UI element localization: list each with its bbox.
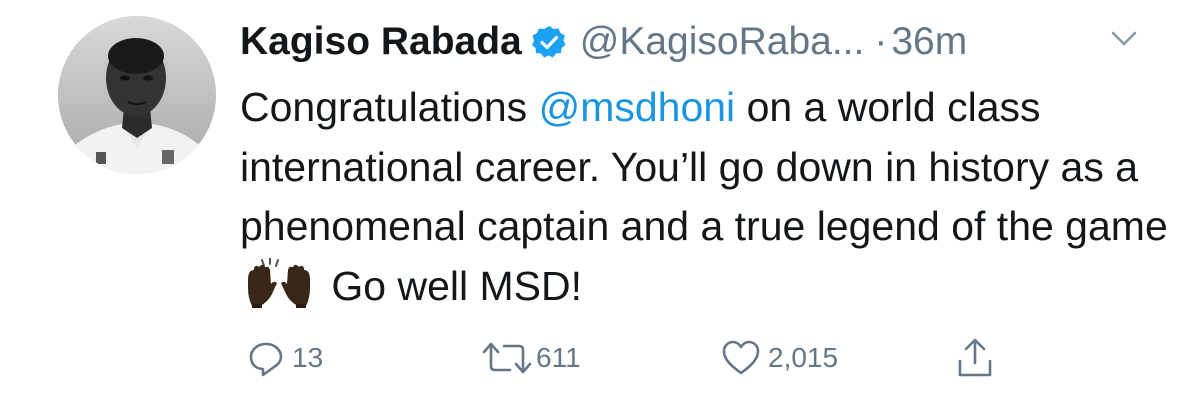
tweet-text: Congratulations @msdhoni on a world clas… xyxy=(240,78,1170,316)
retweet-button[interactable]: 611 xyxy=(480,336,581,380)
mention-link[interactable]: @msdhoni xyxy=(539,84,736,130)
raising-hands-emoji-icon xyxy=(244,256,314,308)
reply-icon xyxy=(246,338,286,378)
retweet-count: 611 xyxy=(536,342,581,373)
tweet-text-part-1: Congratulations xyxy=(240,84,539,130)
share-icon xyxy=(955,337,995,379)
avatar[interactable] xyxy=(58,16,216,174)
share-button[interactable] xyxy=(955,336,995,380)
display-name[interactable]: Kagiso Rabada xyxy=(240,20,522,64)
retweet-icon xyxy=(480,338,534,378)
tweet-header: Kagiso Rabada @KagisoRaba... · 36m xyxy=(240,14,967,70)
like-icon xyxy=(720,338,762,378)
like-button[interactable]: 2,015 xyxy=(720,336,838,380)
chevron-down-icon[interactable] xyxy=(1111,30,1137,48)
tweet-card[interactable]: Kagiso Rabada @KagisoRaba... · 36m Congr… xyxy=(0,0,1200,404)
verified-badge-icon xyxy=(531,25,566,59)
reply-button[interactable]: 13 xyxy=(246,336,323,380)
timestamp[interactable]: 36m xyxy=(891,20,967,64)
user-handle[interactable]: @KagisoRaba... xyxy=(580,20,865,64)
like-count: 2,015 xyxy=(768,342,839,373)
tweet-text-part-3: Go well MSD! xyxy=(320,262,582,309)
separator-dot: · xyxy=(874,20,888,63)
reply-count: 13 xyxy=(292,342,324,373)
